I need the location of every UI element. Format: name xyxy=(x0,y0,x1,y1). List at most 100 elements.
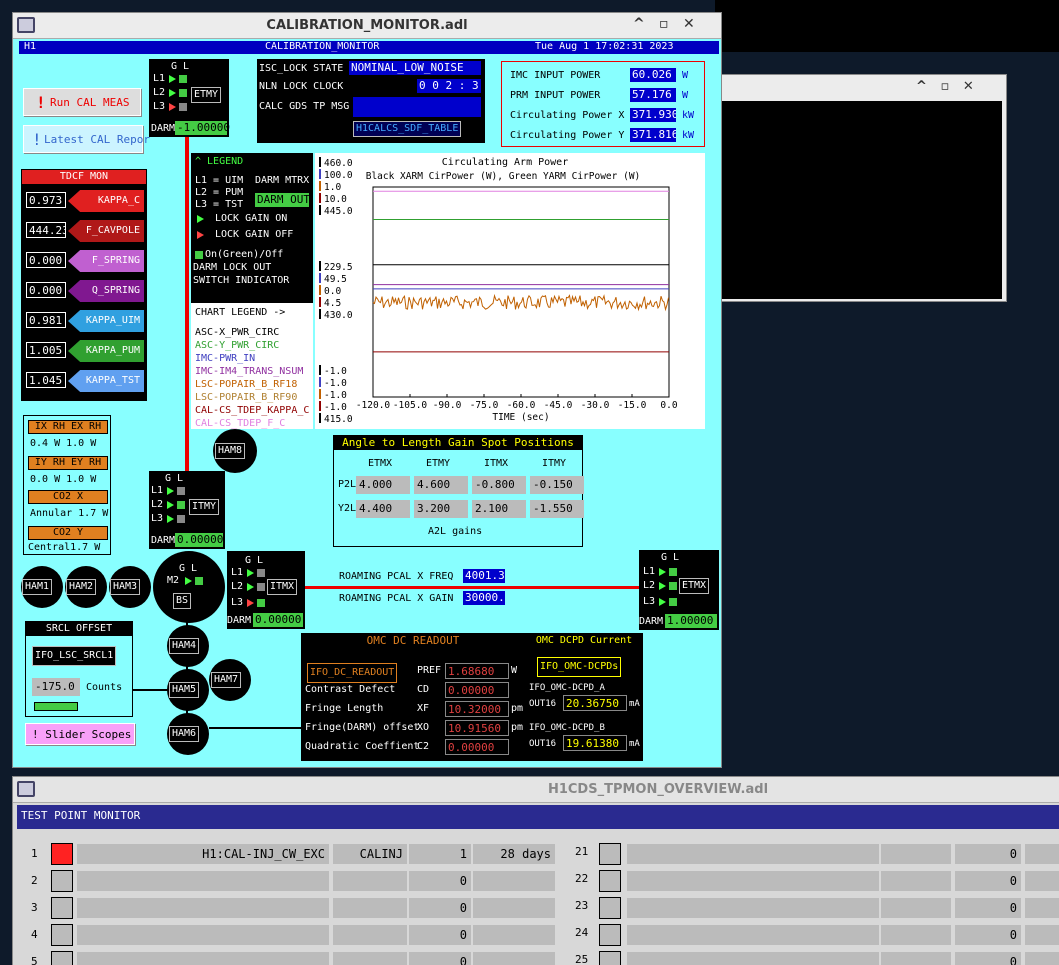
strip-chart: Circulating Arm Power Black XARM CirPower… xyxy=(315,153,705,429)
tdcf-indicator[interactable]: KAPPA_C xyxy=(68,190,144,212)
srcl-button[interactable]: IFO_LSC_SRCL1 xyxy=(32,646,117,666)
latest-cal-report-button[interactable]: ! Latest CAL Repor xyxy=(23,125,150,153)
tp-row-indicator[interactable] xyxy=(51,843,73,865)
ham2-button[interactable]: HAM2 xyxy=(66,579,97,595)
itmy-block: G L L1 L2 L3 ITMY DARM 0.00000 xyxy=(149,471,225,549)
dcpd-title: OMC DCPD Current xyxy=(535,635,633,646)
ham3-button[interactable]: HAM3 xyxy=(110,579,141,595)
gl-label: G L xyxy=(171,61,190,72)
a2l-value[interactable]: 3.200 xyxy=(414,500,468,518)
tp-row-indicator[interactable] xyxy=(599,951,621,965)
lock-on-icon xyxy=(659,598,666,606)
chart-title: Circulating Arm Power xyxy=(442,157,568,168)
y-tick-swatch xyxy=(319,205,321,215)
tp-row-number: 24 xyxy=(575,926,589,939)
tdcf-indicator[interactable]: Q_SPRING xyxy=(68,280,144,302)
calibration-titlebar[interactable]: CALIBRATION_MONITOR.adl ^ ▫ ✕ xyxy=(13,13,721,39)
chart-legend-entry: CAL-CS_TDEP_KAPPA_C xyxy=(195,405,310,416)
etmx-button[interactable]: ETMX xyxy=(679,578,710,594)
sdf-table-button[interactable]: H1CALCS_SDF_TABLE xyxy=(353,121,462,137)
background-window xyxy=(715,0,1059,52)
header-bar: H1 CALIBRATION_MONITOR Tue Aug 1 17:02:3… xyxy=(19,41,719,54)
omc-dc-title: OMC DC READOUT xyxy=(366,634,460,647)
lock-on-icon xyxy=(167,487,174,495)
tp-row-number: 4 xyxy=(31,928,38,941)
tp-row-age xyxy=(473,871,555,891)
tp-row-number: 25 xyxy=(575,953,589,965)
y-tick-swatch xyxy=(319,273,321,283)
close-icon[interactable]: ✕ xyxy=(683,16,695,32)
tp-row-age xyxy=(1025,871,1059,891)
dcpd-button[interactable]: IFO_OMC-DCPDs xyxy=(537,657,622,677)
omc-symbol: C2 xyxy=(417,741,430,752)
tdcf-value: 444.231 xyxy=(26,222,66,238)
gds-label: CALC GDS TP MSG xyxy=(259,101,350,112)
tp-row-indicator[interactable] xyxy=(51,924,73,946)
a2l-value[interactable]: 2.100 xyxy=(472,500,526,518)
a2l-value[interactable]: 4.400 xyxy=(356,500,410,518)
itmy-button[interactable]: ITMY xyxy=(189,499,220,515)
ham8-button[interactable]: HAM8 xyxy=(215,443,246,459)
tpmon-window: H1CDS_TPMON_OVERVIEW.adl TEST POINT MONI… xyxy=(12,776,1059,965)
a2l-value[interactable]: -1.550 xyxy=(530,500,584,518)
ham1-button[interactable]: HAM1 xyxy=(22,579,53,595)
tdcf-indicator[interactable]: KAPPA_UIM xyxy=(68,310,144,332)
legend-onoff: On(Green)/Off xyxy=(205,249,284,260)
tpmon-titlebar[interactable]: H1CDS_TPMON_OVERVIEW.adl xyxy=(13,777,1059,803)
l3-label: L3 xyxy=(231,597,244,608)
tp-row-number: 22 xyxy=(575,872,589,885)
tp-row-model xyxy=(881,844,951,864)
omc-dc-button[interactable]: IFO_DC_READOUT xyxy=(307,663,398,683)
a2l-value[interactable]: 4.000 xyxy=(356,476,410,494)
omc-label: Contrast Defect xyxy=(305,684,396,695)
tp-row-model xyxy=(881,871,951,891)
tdcf-indicator[interactable]: F_CAVPOLE xyxy=(68,220,144,242)
beam-line-vertical xyxy=(185,137,189,473)
pcal-gain-value: 30000.0 xyxy=(463,591,505,605)
chart-legend-entry: ASC-Y_PWR_CIRC xyxy=(195,340,280,351)
etmy-button[interactable]: ETMY xyxy=(191,87,222,103)
power-unit: W xyxy=(682,90,689,101)
latest-label: Latest CAL Repor xyxy=(44,133,150,146)
tdcf-indicator[interactable]: KAPPA_PUM xyxy=(68,340,144,362)
omc-value: 10.91560 xyxy=(445,720,509,736)
a2l-value[interactable]: -0.800 xyxy=(472,476,526,494)
tp-row-indicator[interactable] xyxy=(599,870,621,892)
tp-row-indicator[interactable] xyxy=(599,924,621,946)
y-tick-label: 4.5 xyxy=(324,298,341,309)
slider-scopes-button[interactable]: ! Slider Scopes xyxy=(25,723,135,745)
ifo-label: H1 xyxy=(24,41,37,52)
tdcf-value: 0.973 xyxy=(26,192,66,208)
chart-legend-panel: CHART LEGEND -> ASC-X_PWR_CIRC ASC-Y_PWR_… xyxy=(191,303,313,429)
tp-row-indicator[interactable] xyxy=(51,897,73,919)
chart-legend-entry: IMC-PWR_IN xyxy=(195,353,256,364)
srcl-slider[interactable] xyxy=(34,702,78,711)
tp-row-indicator[interactable] xyxy=(599,843,621,865)
tdcf-indicator[interactable]: KAPPA_TST xyxy=(68,370,144,392)
tp-row-indicator[interactable] xyxy=(51,951,73,965)
maximize-icon[interactable]: ▫ xyxy=(659,16,669,32)
tdcf-indicator[interactable]: F_SPRING xyxy=(68,250,144,272)
tp-row-indicator[interactable] xyxy=(599,897,621,919)
a2l-value[interactable]: 4.600 xyxy=(414,476,468,494)
tp-row-model xyxy=(881,898,951,918)
tp-row-number: 21 xyxy=(575,845,589,858)
a2l-value[interactable]: -0.150 xyxy=(530,476,584,494)
l1-label: L1 xyxy=(153,73,166,84)
lock-on-icon xyxy=(247,583,254,591)
tp-row-count: 1 xyxy=(409,844,471,864)
tp-row-indicator[interactable] xyxy=(51,870,73,892)
tp-row-count: 0 xyxy=(409,871,471,891)
bs-button[interactable]: BS xyxy=(173,593,192,609)
minimize-icon[interactable]: ^ xyxy=(633,16,645,32)
ham6-button[interactable]: HAM6 xyxy=(169,726,200,742)
itmx-button[interactable]: ITMX xyxy=(267,579,298,595)
ham4-button[interactable]: HAM4 xyxy=(169,638,200,654)
power-value: 371.930 xyxy=(630,108,676,122)
y-tick-swatch xyxy=(319,193,321,203)
srcl-value[interactable]: -175.0 xyxy=(32,678,80,696)
ham5-button[interactable]: HAM5 xyxy=(169,682,200,698)
run-cal-meas-button[interactable]: ! Run CAL MEAS xyxy=(23,88,141,116)
ham7-button[interactable]: HAM7 xyxy=(211,672,242,688)
y-tick-label: 415.0 xyxy=(324,414,353,425)
